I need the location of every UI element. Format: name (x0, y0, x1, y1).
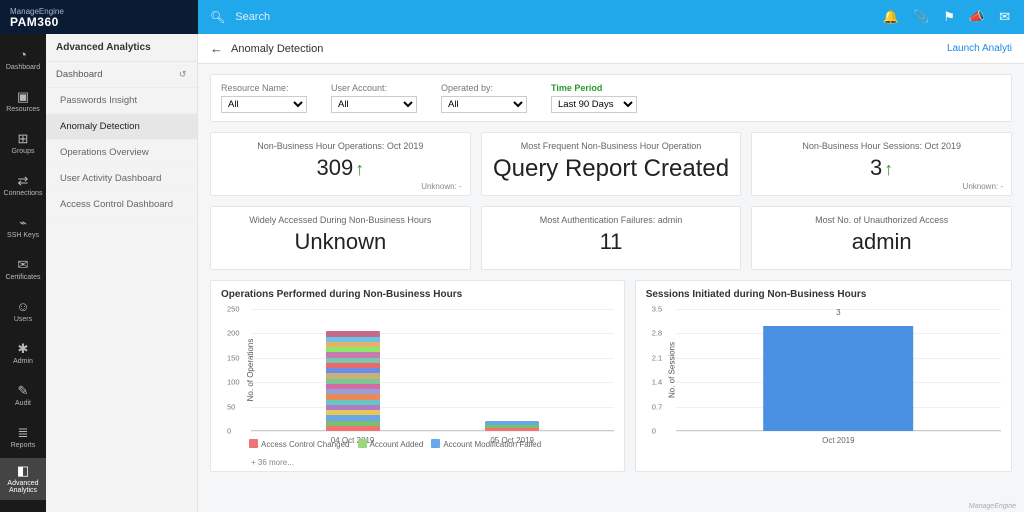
rail-advanced-analytics[interactable]: ◧Advanced Analytics (0, 458, 46, 500)
advanced-analytics-icon: ◧ (16, 464, 30, 478)
content: ← Anomaly Detection Launch Analyti Resou… (198, 34, 1024, 512)
nav-item[interactable]: Operations Overview (46, 140, 197, 166)
dashboard-icon: ◔ (16, 48, 30, 62)
left-nav: Advanced Analytics Dashboard ↻ Passwords… (46, 34, 198, 512)
brand-product: PAM360 (10, 17, 198, 28)
kpi-card: Non-Business Hour Sessions: Oct 20193↑Un… (751, 132, 1012, 196)
nav-item[interactable]: Passwords Insight (46, 88, 197, 114)
leftnav-group[interactable]: Dashboard ↻ (46, 62, 197, 88)
refresh-icon[interactable]: ↻ (179, 69, 187, 80)
notifications-icon[interactable]: 🔔 (883, 9, 899, 25)
icon-rail: ◔Dashboard▣Resources⊞Groups⇄Connections⌁… (0, 34, 46, 512)
topbar-actions: 🔔 📎 ⚑ 📣 ✉ (869, 0, 1024, 34)
rail-sshkeys[interactable]: ⌁SSH Keys (0, 206, 46, 248)
nav-item[interactable]: Anomaly Detection (46, 114, 197, 140)
rail-certificates[interactable]: ✉Certificates (0, 248, 46, 290)
nav-item[interactable]: Access Control Dashboard (46, 192, 197, 218)
kpi-card: Most Authentication Failures: admin11 (481, 206, 742, 270)
kpi-card: Widely Accessed During Non-Business Hour… (210, 206, 471, 270)
back-icon[interactable]: ← (210, 41, 223, 56)
rail-users[interactable]: ☺Users (0, 290, 46, 332)
rail-connections[interactable]: ⇄Connections (0, 164, 46, 206)
alerts-icon[interactable]: ⚑ (943, 9, 955, 25)
filter-bar: Resource Name:All User Account:All Opera… (210, 74, 1012, 122)
launch-link[interactable]: Launch Analyti (947, 43, 1012, 54)
kpi-card: Non-Business Hour Operations: Oct 201930… (210, 132, 471, 196)
search-bar[interactable]: 🔍︎ (198, 0, 869, 34)
brand-block: ManageEngine PAM360 (0, 0, 198, 34)
legend-more[interactable]: + 36 more... (249, 458, 594, 467)
chart-sessions: Sessions Initiated during Non-Business H… (635, 280, 1012, 472)
audit-icon: ✎ (16, 384, 30, 398)
connections-icon: ⇄ (16, 174, 30, 188)
filter-resource[interactable]: All (221, 96, 307, 113)
kpi-card: Most No. of Unauthorized Accessadmin (751, 206, 1012, 270)
search-icon: 🔍︎ (210, 10, 225, 24)
admin-icon: ✱ (16, 342, 30, 356)
resources-icon: ▣ (16, 90, 30, 104)
topbar: ManageEngine PAM360 🔍︎ 🔔 📎 ⚑ 📣 ✉ (0, 0, 1024, 34)
leftnav-header: Advanced Analytics (46, 34, 197, 62)
kpi-card: Most Frequent Non-Business Hour Operatio… (481, 132, 742, 196)
footer-brand: ManageEngine (969, 503, 1016, 510)
rail-admin[interactable]: ✱Admin (0, 332, 46, 374)
page-title: Anomaly Detection (231, 43, 323, 55)
filter-user[interactable]: All (331, 96, 417, 113)
filter-period[interactable]: Last 90 Days (551, 96, 637, 113)
search-input[interactable] (235, 11, 857, 23)
users-icon: ☺ (16, 300, 30, 314)
announce-icon[interactable]: 📣 (969, 9, 985, 25)
certificates-icon: ✉ (16, 258, 30, 272)
filter-operator[interactable]: All (441, 96, 527, 113)
chart-legend: Access Control ChangedAccount AddedAccou… (249, 439, 594, 467)
rail-audit[interactable]: ✎Audit (0, 374, 46, 416)
attach-icon[interactable]: 📎 (913, 9, 929, 25)
sshkeys-icon: ⌁ (16, 216, 30, 230)
title-bar: ← Anomaly Detection Launch Analyti (198, 34, 1024, 64)
rail-resources[interactable]: ▣Resources (0, 80, 46, 122)
rail-reports[interactable]: ≣Reports (0, 416, 46, 458)
mail-icon[interactable]: ✉ (999, 9, 1010, 25)
rail-dashboard[interactable]: ◔Dashboard (0, 38, 46, 80)
nav-item[interactable]: User Activity Dashboard (46, 166, 197, 192)
rail-groups[interactable]: ⊞Groups (0, 122, 46, 164)
reports-icon: ≣ (16, 426, 30, 440)
groups-icon: ⊞ (16, 132, 30, 146)
chart-operations: Operations Performed during Non-Business… (210, 280, 625, 472)
